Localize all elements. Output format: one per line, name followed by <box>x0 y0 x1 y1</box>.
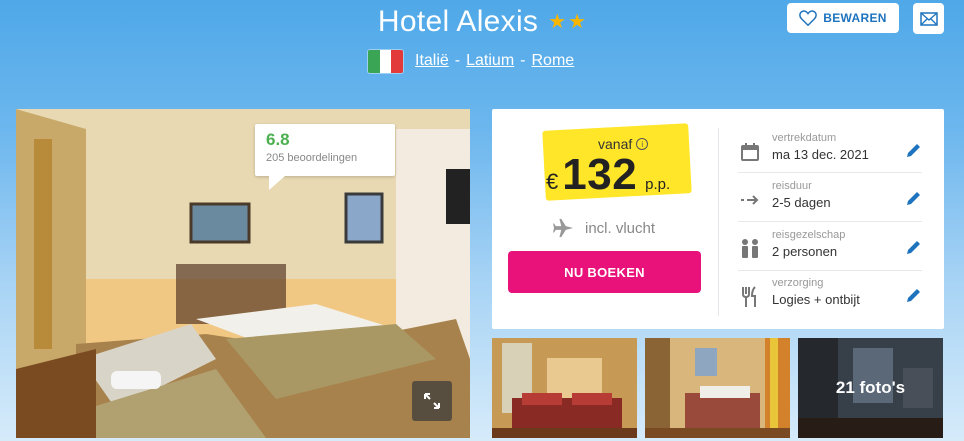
duration-arrow-icon <box>738 188 762 212</box>
room-photo <box>16 109 470 438</box>
fullscreen-button[interactable] <box>412 381 452 421</box>
price-amount: 132 <box>562 150 638 199</box>
edit-pencil-icon[interactable] <box>904 237 924 257</box>
thumbnail-more-photos[interactable]: 21 foto's <box>798 338 943 438</box>
detail-value: ma 13 dec. 2021 <box>772 147 869 162</box>
breadcrumb-country[interactable]: Italië <box>415 52 449 70</box>
thumbnail-image <box>645 338 790 438</box>
info-icon[interactable]: i <box>636 138 649 150</box>
travel-party: reisgezelschap 2 personen <box>738 229 928 275</box>
star-rating: ★ ★ <box>548 12 586 32</box>
board-type: verzorging Logies + ontbijt <box>738 277 928 323</box>
flight-label: incl. vlucht <box>585 219 656 237</box>
email-share-button[interactable] <box>913 3 944 34</box>
detail-value: 2 personen <box>772 244 838 259</box>
breadcrumb: Italië - Latium - Rome <box>368 48 574 74</box>
price-display: € 132 p.p. <box>546 150 670 200</box>
edit-pencil-icon[interactable] <box>904 285 924 305</box>
breadcrumb-separator: - <box>520 52 526 69</box>
more-photos-label: 21 foto's <box>798 338 943 438</box>
breadcrumb-separator: - <box>454 52 461 69</box>
detail-divider <box>738 270 922 271</box>
cutlery-icon <box>738 285 762 309</box>
heart-icon <box>799 10 818 26</box>
detail-value: 2-5 dagen <box>772 195 831 210</box>
mail-icon <box>919 11 938 26</box>
star-icon: ★ <box>548 11 567 33</box>
hotel-title: Hotel Alexis <box>377 5 539 38</box>
thumbnail-image <box>492 338 637 438</box>
thumbnail-photo[interactable] <box>645 338 790 438</box>
card-divider <box>718 128 719 316</box>
rating-bubble[interactable]: 6.8 205 beoordelingen <box>255 124 395 190</box>
detail-value: Logies + ontbijt <box>772 292 860 307</box>
save-label: BEWAREN <box>823 11 887 25</box>
save-button[interactable]: BEWAREN <box>787 3 899 33</box>
edit-pencil-icon[interactable] <box>904 188 924 208</box>
book-now-button[interactable]: NU BOEKEN <box>508 251 701 293</box>
price-currency: € <box>546 169 559 194</box>
italy-flag-icon <box>368 49 403 73</box>
review-count: 205 beoordelingen <box>266 152 358 164</box>
detail-label: reisgezelschap <box>772 229 846 241</box>
edit-pencil-icon[interactable] <box>904 140 924 160</box>
breadcrumb-region[interactable]: Latium <box>466 52 514 70</box>
price-per-person: p.p. <box>645 176 671 193</box>
rating-score: 6.8 <box>266 130 290 149</box>
thumbnail-photo[interactable] <box>492 338 637 438</box>
people-icon <box>738 237 762 261</box>
star-icon: ★ <box>568 11 587 33</box>
detail-label: verzorging <box>772 277 824 289</box>
trip-duration: reisduur 2-5 dagen <box>738 180 928 226</box>
calendar-icon <box>738 140 762 164</box>
detail-label: vertrekdatum <box>772 132 837 144</box>
detail-divider <box>738 172 922 173</box>
airplane-icon <box>553 218 574 238</box>
detail-divider <box>738 221 922 222</box>
flight-included: incl. vlucht <box>553 218 655 238</box>
breadcrumb-city[interactable]: Rome <box>531 52 574 70</box>
main-hotel-photo[interactable] <box>16 109 470 438</box>
detail-label: reisduur <box>772 180 812 192</box>
expand-icon <box>424 393 440 409</box>
